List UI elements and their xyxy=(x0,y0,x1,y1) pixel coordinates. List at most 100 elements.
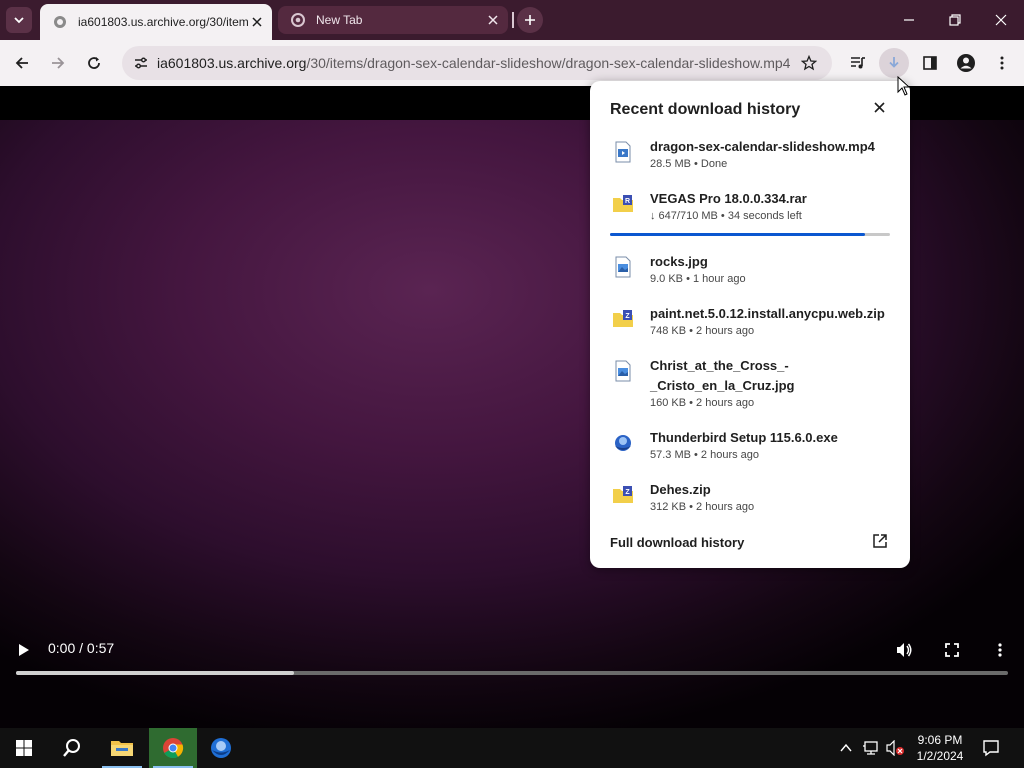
clock-time: 9:06 PM xyxy=(917,733,963,747)
arrow-left-icon xyxy=(15,57,28,69)
image-file-icon xyxy=(615,256,631,278)
close-icon xyxy=(252,17,262,27)
svg-text:Z: Z xyxy=(625,313,630,320)
download-filename: paint.net.5.0.12.install.anycpu.web.zip xyxy=(650,306,885,321)
open-downloads-page-button[interactable] xyxy=(870,531,890,551)
browser-toolbar: ia601803.us.archive.org/30/items/dragon-… xyxy=(0,40,1024,86)
fullscreen-icon xyxy=(945,643,959,657)
download-status: 160 KB • 2 hours ago xyxy=(650,397,755,409)
network-icon xyxy=(863,741,878,755)
taskbar-chrome[interactable] xyxy=(149,728,197,768)
windows-taskbar: 9:06 PM 1/2/2024 xyxy=(0,728,1024,768)
close-icon xyxy=(488,15,498,25)
download-filename: rocks.jpg xyxy=(650,254,708,269)
back-button[interactable] xyxy=(7,48,37,78)
close-window-button[interactable] xyxy=(978,0,1024,40)
url-path: /30/items/dragon-sex-calendar-slideshow/… xyxy=(306,55,791,71)
folder-icon xyxy=(111,741,133,756)
downloads-button[interactable] xyxy=(879,48,909,78)
chevron-down-icon xyxy=(14,17,24,24)
arrow-right-icon xyxy=(52,57,65,69)
chrome-icon xyxy=(163,738,184,759)
chrome-menu-button[interactable] xyxy=(987,48,1017,78)
network-button[interactable] xyxy=(859,728,883,768)
archive-file-icon: R xyxy=(613,195,633,212)
download-status: 57.3 MB • 2 hours ago xyxy=(650,449,760,461)
clock-date: 1/2/2024 xyxy=(916,749,964,763)
panel-close-button[interactable] xyxy=(868,96,890,118)
download-item[interactable]: Z paint.net.5.0.12.install.anycpu.web.zi… xyxy=(590,304,910,344)
download-filename: Thunderbird Setup 115.6.0.exe xyxy=(650,430,838,445)
zip-file-icon: Z xyxy=(613,486,633,503)
image-file-icon xyxy=(615,360,631,382)
thunderbird-icon xyxy=(211,738,231,758)
volume-tray-button[interactable] xyxy=(884,728,908,768)
volume-icon xyxy=(897,643,912,657)
notification-center-button[interactable] xyxy=(968,728,1014,768)
download-item[interactable]: dragon-sex-calendar-slideshow.mp4 28.5 M… xyxy=(590,137,910,177)
address-bar[interactable]: ia601803.us.archive.org/30/items/dragon-… xyxy=(122,46,832,80)
notification-icon xyxy=(983,740,999,757)
download-status: ↓ 647/710 MB • 34 seconds left xyxy=(650,210,802,222)
forward-button[interactable] xyxy=(43,48,73,78)
more-vertical-icon xyxy=(1000,56,1004,70)
restore-button[interactable] xyxy=(932,0,978,40)
play-icon xyxy=(19,644,29,656)
download-item[interactable]: Z Dehes.zip 312 KB • 2 hours ago xyxy=(590,480,910,520)
video-buffered xyxy=(16,671,294,675)
svg-text:Z: Z xyxy=(625,489,630,496)
download-item[interactable]: Christ_at_the_Cross_- _Cristo_en_la_Cruz… xyxy=(590,356,910,416)
download-filename: VEGAS Pro 18.0.0.334.rar xyxy=(650,191,807,206)
chrome-icon xyxy=(290,12,306,28)
search-button[interactable] xyxy=(48,728,96,768)
download-progress-bar xyxy=(610,233,890,236)
bookmark-button[interactable] xyxy=(796,50,822,76)
video-controls: 0:00 / 0:57 xyxy=(0,626,1024,728)
download-history-panel: Recent download history dragon-sex-calen… xyxy=(590,81,910,568)
reload-icon xyxy=(88,57,100,69)
minimize-button[interactable] xyxy=(886,0,932,40)
download-item[interactable]: rocks.jpg 9.0 KB • 1 hour ago xyxy=(590,252,910,292)
full-download-history-link[interactable]: Full download history xyxy=(610,535,744,550)
queue-music-icon xyxy=(851,57,865,69)
download-item[interactable]: R VEGAS Pro 18.0.0.334.rar ↓ 647/710 MB … xyxy=(590,189,910,239)
taskbar-clock[interactable]: 9:06 PM 1/2/2024 xyxy=(912,732,968,764)
video-file-icon xyxy=(615,141,631,163)
profile-button[interactable] xyxy=(951,48,981,78)
video-options-button[interactable] xyxy=(988,638,1012,662)
restore-icon xyxy=(949,14,961,26)
play-button[interactable] xyxy=(12,638,36,662)
tab-archive[interactable]: ia601803.us.archive.org/30/items/ xyxy=(40,4,272,40)
download-filename-line2: _Cristo_en_la_Cruz.jpg xyxy=(650,378,795,393)
new-tab-button[interactable] xyxy=(517,7,543,33)
site-info-button[interactable] xyxy=(128,50,154,76)
tab-close-button[interactable] xyxy=(248,13,266,31)
title-bar: ia601803.us.archive.org/30/items/ New Ta… xyxy=(0,0,1024,40)
start-button[interactable] xyxy=(0,728,48,768)
close-icon xyxy=(873,101,885,113)
mouse-cursor-icon xyxy=(897,76,911,96)
tab-close-button[interactable] xyxy=(484,11,502,29)
fullscreen-button[interactable] xyxy=(940,638,964,662)
video-progress-bar[interactable] xyxy=(16,671,1008,675)
taskbar-thunderbird[interactable] xyxy=(197,728,245,768)
panel-title: Recent download history xyxy=(610,101,801,118)
taskbar-file-explorer[interactable] xyxy=(98,728,146,768)
download-filename: dragon-sex-calendar-slideshow.mp4 xyxy=(650,139,875,154)
url-host: ia601803.us.archive.org xyxy=(157,55,307,71)
download-item[interactable]: Thunderbird Setup 115.6.0.exe 57.3 MB • … xyxy=(590,428,910,468)
close-icon xyxy=(995,14,1007,26)
reload-button[interactable] xyxy=(79,48,109,78)
tab-title: ia601803.us.archive.org/30/items/ xyxy=(78,15,248,29)
volume-button[interactable] xyxy=(892,638,916,662)
star-icon xyxy=(801,55,817,71)
media-control-button[interactable] xyxy=(843,48,873,78)
download-status: 9.0 KB • 1 hour ago xyxy=(650,273,746,285)
show-hidden-icons-button[interactable] xyxy=(834,728,858,768)
more-vertical-icon xyxy=(998,643,1002,657)
download-status: 28.5 MB • Done xyxy=(650,158,728,170)
tab-search-button[interactable] xyxy=(6,7,32,33)
side-panel-button[interactable] xyxy=(915,48,945,78)
tab-new-tab[interactable]: New Tab xyxy=(278,6,508,34)
search-icon xyxy=(63,739,80,757)
